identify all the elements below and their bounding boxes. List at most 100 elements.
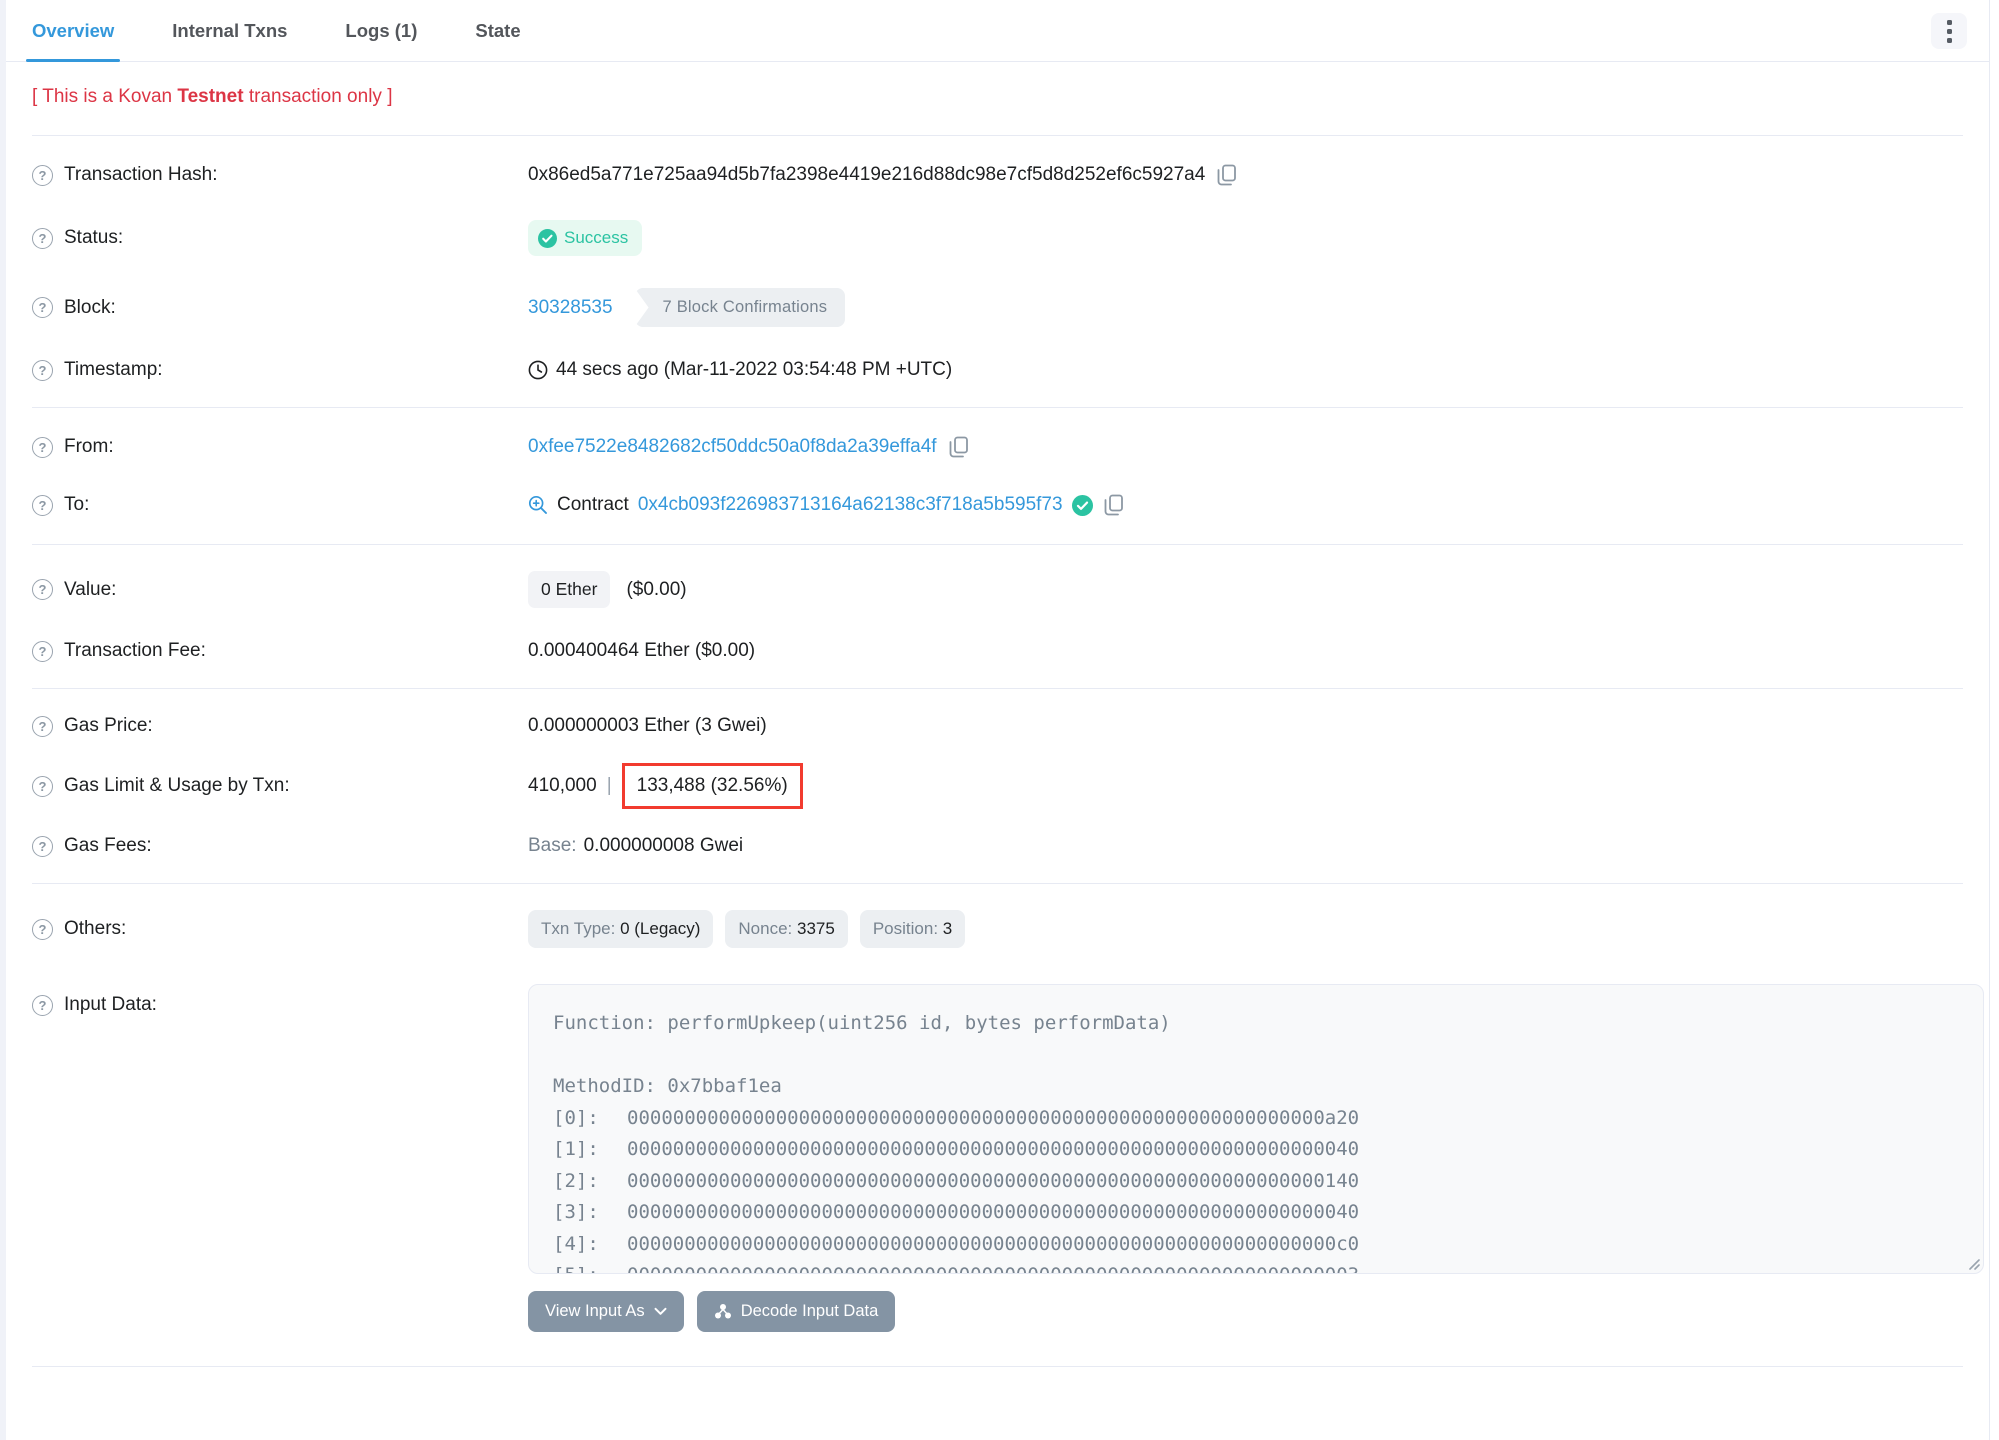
decode-input-data-label: Decode Input Data (740, 1302, 879, 1320)
word-value: 0000000000000000000000000000000000000000… (627, 1232, 1360, 1255)
badge-key: Txn Type: (541, 919, 616, 938)
help-icon[interactable] (32, 775, 53, 797)
word-index: [2]: (553, 1169, 599, 1192)
help-icon[interactable] (32, 640, 53, 662)
tab-bar: Overview Internal Txns Logs (1) State (6, 0, 1989, 62)
nonce-badge: Nonce: 3375 (725, 910, 848, 948)
help-icon[interactable] (32, 994, 53, 1016)
position-badge: Position: 3 (859, 910, 966, 948)
badge-value: 0 (Legacy) (620, 919, 701, 938)
input-word-line: [1]: 000000000000000000000000000000000000… (553, 1134, 1959, 1166)
row-label-text: Transaction Fee: (64, 640, 206, 661)
word-index: [1]: (553, 1138, 599, 1160)
help-icon[interactable] (32, 164, 53, 186)
row-status: Status: Success (6, 204, 1989, 272)
gas-price-value: 0.000000003 Ether (3 Gwei) (528, 715, 767, 736)
word-value: 0000000000000000000000000000000000000000… (627, 1201, 1360, 1223)
word-index: [3]: (553, 1201, 599, 1223)
copy-txhash-button[interactable] (1215, 162, 1239, 188)
input-blank-line (553, 1040, 1959, 1072)
row-others: Others: Txn Type: 0 (Legacy) Nonce: 3375… (6, 894, 1989, 964)
resize-handle-icon[interactable] (1966, 1256, 1980, 1270)
gas-fees-base-value: 0.000000008 Gwei (583, 835, 744, 856)
row-label-text: Transaction Hash: (64, 164, 218, 185)
row-label-text: Gas Fees: (64, 835, 152, 856)
row-block: Block: 30328535 7 Block Confirmations (6, 272, 1989, 343)
copy-icon (1104, 494, 1123, 516)
row-transaction-hash: Transaction Hash: 0x86ed5a771e725aa94d5b… (6, 146, 1989, 204)
tab-state[interactable]: State (469, 0, 526, 61)
timestamp-value: 44 secs ago (Mar-11-2022 03:54:48 PM +UT… (556, 359, 953, 380)
input-data-textarea[interactable]: Function: performUpkeep(uint256 id, byte… (528, 984, 1984, 1274)
from-address-link[interactable]: 0xfee7522e8482682cf50ddc50a0f8da2a39effa… (528, 436, 937, 458)
tab-overview[interactable]: Overview (26, 0, 121, 62)
value-usd: ($0.00) (626, 578, 687, 600)
row-label-text: Others: (64, 918, 127, 939)
input-word-line: [2]: 000000000000000000000000000000000000… (553, 1166, 1959, 1198)
decode-icon (714, 1304, 731, 1319)
to-contract-word: Contract (557, 494, 629, 515)
row-label-text: Value: (64, 578, 117, 600)
help-icon[interactable] (32, 918, 53, 940)
check-circle-icon (538, 228, 557, 248)
input-function-line: Function: performUpkeep(uint256 id, byte… (553, 1012, 1171, 1034)
value-amount-badge: 0 Ether (528, 571, 611, 608)
input-word-line: [5]:000000000000000000000000000000000000… (553, 1260, 1959, 1273)
gas-usage-value: 133,488 (32.56%) (636, 775, 788, 796)
badge-value: 3375 (797, 919, 835, 938)
row-label-text: Input Data: (64, 994, 157, 1015)
view-input-as-button[interactable]: View Input As (528, 1291, 684, 1332)
copy-icon (1217, 164, 1237, 186)
clock-icon (528, 360, 548, 380)
view-input-as-label: View Input As (545, 1302, 645, 1320)
row-label-text: Block: (64, 296, 116, 318)
badge-key: Nonce: (738, 919, 793, 938)
copy-to-address-button[interactable] (1102, 492, 1126, 518)
word-index: [0]: (553, 1106, 599, 1129)
help-icon[interactable] (32, 227, 53, 249)
word-value: 0000000000000000000000000000000000000000… (627, 1138, 1360, 1160)
block-number-link[interactable]: 30328535 (528, 297, 613, 319)
badge-value: 3 (942, 919, 953, 938)
row-input-data: Input Data: Function: performUpkeep(uint… (6, 964, 1989, 1348)
row-gas-price: Gas Price: 0.000000003 Ether (3 Gwei) (6, 699, 1989, 753)
decode-input-data-button[interactable]: Decode Input Data (696, 1291, 896, 1332)
help-icon[interactable] (32, 715, 53, 737)
row-transaction-fee: Transaction Fee: 0.000400464 Ether ($0.0… (6, 624, 1989, 678)
word-value: 0000000000000000000000000000000000000000… (627, 1264, 1359, 1273)
row-value: Value: 0 Ether ($0.00) (6, 555, 1989, 624)
transaction-fee-value: 0.000400464 Ether ($0.00) (528, 640, 756, 661)
testnet-warning: [ This is a Kovan Testnet transaction on… (6, 62, 1989, 135)
help-icon[interactable] (32, 579, 53, 600)
tab-internal-txns[interactable]: Internal Txns (166, 0, 293, 61)
help-icon[interactable] (32, 297, 53, 318)
row-timestamp: Timestamp: 44 secs ago (Mar-11-2022 03:5… (6, 343, 1989, 397)
tab-logs[interactable]: Logs (1) (339, 0, 423, 61)
warning-text-suffix: transaction only ] (243, 86, 393, 107)
transaction-card: Overview Internal Txns Logs (1) State [ … (6, 0, 1989, 1440)
verified-check-icon (1071, 494, 1093, 516)
gas-limit-value: 410,000 (528, 775, 597, 796)
copy-icon (949, 436, 968, 458)
row-label-text: Status: (64, 227, 124, 248)
help-icon[interactable] (32, 835, 53, 857)
help-icon[interactable] (32, 359, 53, 381)
row-gas-limit-usage: Gas Limit & Usage by Txn: 410,000 | 133,… (6, 753, 1989, 819)
zoom-in-icon[interactable] (528, 495, 548, 515)
copy-from-address-button[interactable] (947, 434, 971, 460)
warning-text: [ This is a Kovan (32, 86, 178, 107)
txn-type-badge: Txn Type: 0 (Legacy) (528, 910, 714, 948)
input-word-line: [3]: 000000000000000000000000000000000000… (553, 1197, 1959, 1229)
chevron-down-icon (654, 1307, 667, 1315)
gas-fees-base-label: Base: (528, 835, 577, 856)
input-word-line: [4]: 000000000000000000000000000000000000… (553, 1229, 1959, 1261)
help-icon[interactable] (32, 436, 53, 458)
row-label-text: Timestamp: (64, 359, 163, 380)
more-options-button[interactable] (1931, 13, 1967, 49)
warning-bold-text: Testnet (177, 86, 244, 107)
to-address-link[interactable]: 0x4cb093f226983713164a62138c3f718a5b595f… (638, 494, 1063, 516)
transaction-details-page: Overview Internal Txns Logs (1) State [ … (0, 0, 1999, 1440)
help-icon[interactable] (32, 494, 53, 516)
status-text: Success (564, 228, 629, 247)
badge-key: Position: (872, 919, 939, 938)
